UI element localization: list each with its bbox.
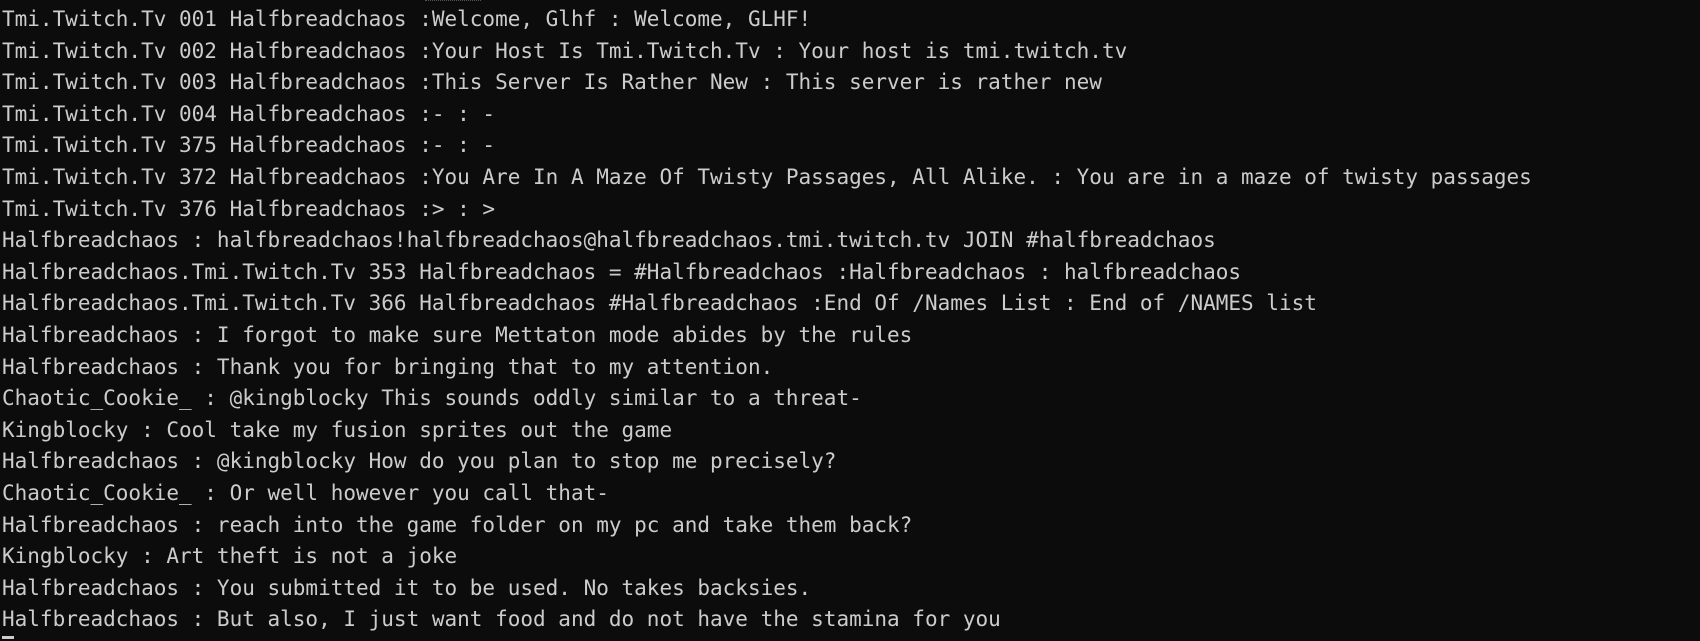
console-line: Chaotic_Cookie_ : Or well however you ca… [2, 480, 609, 505]
console-output: Tmi.Twitch.Tv 001 Halfbreadchaos :Welcom… [2, 4, 1700, 636]
console-line: Halfbreadchaos : reach into the game fol… [2, 512, 913, 537]
console-line: Chaotic_Cookie_ : @kingblocky This sound… [2, 386, 862, 411]
console-line: Tmi.Twitch.Tv 376 Halfbreadchaos :> : > [2, 196, 496, 221]
console-line: Halfbreadchaos : You submitted it to be … [2, 575, 812, 600]
console-line: Tmi.Twitch.Tv 372 Halfbreadchaos :You Ar… [2, 164, 1532, 189]
console-line: Tmi.Twitch.Tv 003 Halfbreadchaos :This S… [2, 70, 1102, 95]
console-line: Halfbreadchaos : But also, I just want f… [2, 607, 1001, 632]
console-line: Tmi.Twitch.Tv 375 Halfbreadchaos :- : - [2, 133, 496, 158]
console-line: Tmi.Twitch.Tv 001 Halfbreadchaos :Welcom… [2, 7, 812, 31]
console-line: Halfbreadchaos.Tmi.Twitch.Tv 366 Halfbre… [2, 291, 1317, 316]
console-line: Tmi.Twitch.Tv 002 Halfbreadchaos :Your H… [2, 38, 1128, 63]
console-line: Halfbreadchaos.Tmi.Twitch.Tv 353 Halfbre… [2, 259, 1242, 284]
console-window[interactable]: Tmi.Twitch.Tv 001 Halfbreadchaos :Welcom… [0, 0, 1700, 641]
console-line: Kingblocky : Cool take my fusion sprites… [2, 417, 673, 442]
console-line: Kingblocky : Art theft is not a joke [2, 544, 458, 569]
console-line: Halfbreadchaos : halfbreadchaos!halfbrea… [2, 228, 1216, 253]
console-line: Halfbreadchaos : Thank you for bringing … [2, 354, 774, 379]
console-line: Tmi.Twitch.Tv 004 Halfbreadchaos :- : - [2, 101, 496, 126]
console-line: Halfbreadchaos : I forgot to make sure M… [2, 322, 913, 347]
console-line: Halfbreadchaos : @kingblocky How do you … [2, 449, 837, 474]
text-cursor [2, 636, 14, 639]
